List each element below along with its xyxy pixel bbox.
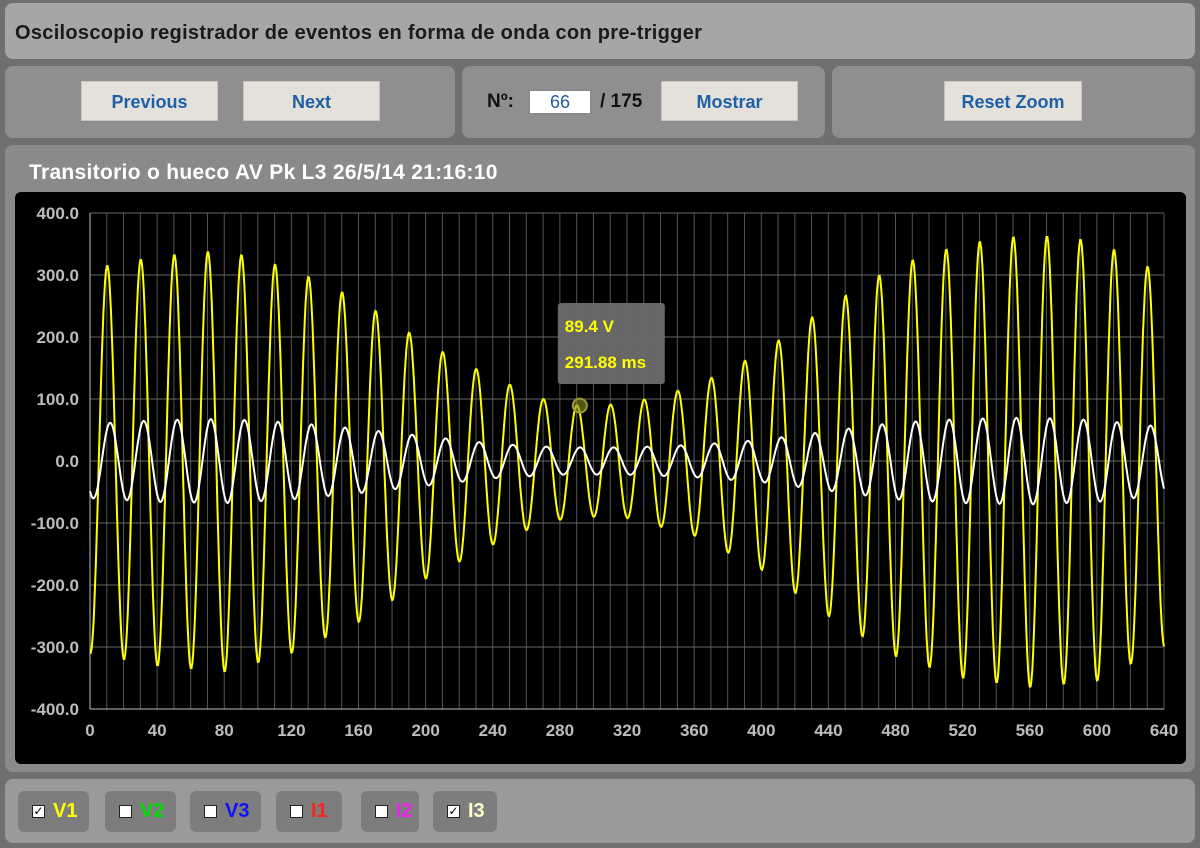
y-tick-label: -100.0 bbox=[31, 514, 79, 533]
x-tick-label: 360 bbox=[680, 721, 708, 740]
channel-toggle-v2[interactable]: V2 bbox=[105, 791, 176, 832]
x-tick-label: 440 bbox=[814, 721, 842, 740]
checkbox[interactable] bbox=[119, 805, 132, 818]
channel-toggle-i3[interactable]: ✓ I3 bbox=[433, 791, 497, 832]
reset-zoom-button[interactable]: Reset Zoom bbox=[944, 81, 1082, 121]
x-tick-label: 200 bbox=[411, 721, 439, 740]
navigation-panel: Previous Next bbox=[5, 66, 455, 138]
chart-title: Transitorio o hueco AV Pk L3 26/5/14 21:… bbox=[29, 161, 498, 184]
chart-panel: Transitorio o hueco AV Pk L3 26/5/14 21:… bbox=[5, 145, 1195, 772]
tooltip-value: 89.4 V bbox=[565, 317, 615, 336]
y-tick-label: -400.0 bbox=[31, 700, 79, 719]
waveform-chart[interactable]: 400.0 300.0 200.0 100.0 0.0 -100.0 -200.0 -300.… bbox=[15, 192, 1186, 764]
y-tick-label: 400.0 bbox=[36, 204, 79, 223]
app-title: Osciloscopio registrador de eventos en f… bbox=[15, 22, 703, 44]
tooltip-time: 291.88 ms bbox=[565, 353, 646, 372]
zoom-panel: Reset Zoom bbox=[832, 66, 1195, 138]
show-button[interactable]: Mostrar bbox=[661, 81, 798, 121]
x-tick-label: 160 bbox=[344, 721, 372, 740]
channel-label: I2 bbox=[396, 800, 413, 822]
x-tick-label: 40 bbox=[148, 721, 167, 740]
chart-area[interactable]: 400.0 300.0 200.0 100.0 0.0 -100.0 -200.0 -300.… bbox=[15, 192, 1186, 764]
event-number-input[interactable] bbox=[529, 90, 591, 114]
x-tick-label: 0 bbox=[85, 721, 94, 740]
title-bar: Osciloscopio registrador de eventos en f… bbox=[5, 3, 1195, 59]
next-button[interactable]: Next bbox=[243, 81, 380, 121]
event-total: / 175 bbox=[600, 91, 643, 112]
channel-label: I3 bbox=[468, 800, 485, 822]
checkbox[interactable]: ✓ bbox=[32, 805, 45, 818]
y-tick-label: 0.0 bbox=[55, 452, 79, 471]
checkbox[interactable] bbox=[375, 805, 388, 818]
channel-toggle-i1[interactable]: I1 bbox=[276, 791, 342, 832]
x-tick-label: 560 bbox=[1016, 721, 1044, 740]
y-tick-label: 100.0 bbox=[36, 390, 79, 409]
checkbox[interactable] bbox=[290, 805, 303, 818]
channel-toggle-i2[interactable]: I2 bbox=[361, 791, 419, 832]
event-number-label: Nº: bbox=[487, 91, 514, 112]
x-tick-label: 480 bbox=[881, 721, 909, 740]
channel-legend: ✓ V1 V2 V3 I1 I2 ✓ I3 bbox=[5, 779, 1195, 843]
y-tick-label: -200.0 bbox=[31, 576, 79, 595]
event-selector-panel: Nº: / 175 Mostrar bbox=[462, 66, 825, 138]
y-tick-label: -300.0 bbox=[31, 638, 79, 657]
x-tick-label: 520 bbox=[948, 721, 976, 740]
channel-label: V3 bbox=[225, 800, 250, 822]
checkbox[interactable] bbox=[204, 805, 217, 818]
checkbox[interactable]: ✓ bbox=[447, 805, 460, 818]
x-tick-label: 600 bbox=[1083, 721, 1111, 740]
channel-toggle-v1[interactable]: ✓ V1 bbox=[18, 791, 89, 832]
highlight-point bbox=[571, 397, 588, 414]
x-tick-label: 320 bbox=[613, 721, 641, 740]
x-tick-label: 80 bbox=[215, 721, 234, 740]
x-tick-label: 240 bbox=[479, 721, 507, 740]
x-tick-label: 120 bbox=[277, 721, 305, 740]
y-tick-label: 300.0 bbox=[36, 266, 79, 285]
x-tick-label: 280 bbox=[546, 721, 574, 740]
y-tick-label: 200.0 bbox=[36, 328, 79, 347]
channel-label: V1 bbox=[53, 800, 78, 822]
x-tick-label: 640 bbox=[1150, 721, 1178, 740]
previous-button[interactable]: Previous bbox=[81, 81, 218, 121]
channel-label: I1 bbox=[311, 800, 328, 822]
channel-label: V2 bbox=[140, 800, 165, 822]
x-tick-label: 400 bbox=[747, 721, 775, 740]
channel-toggle-v3[interactable]: V3 bbox=[190, 791, 261, 832]
